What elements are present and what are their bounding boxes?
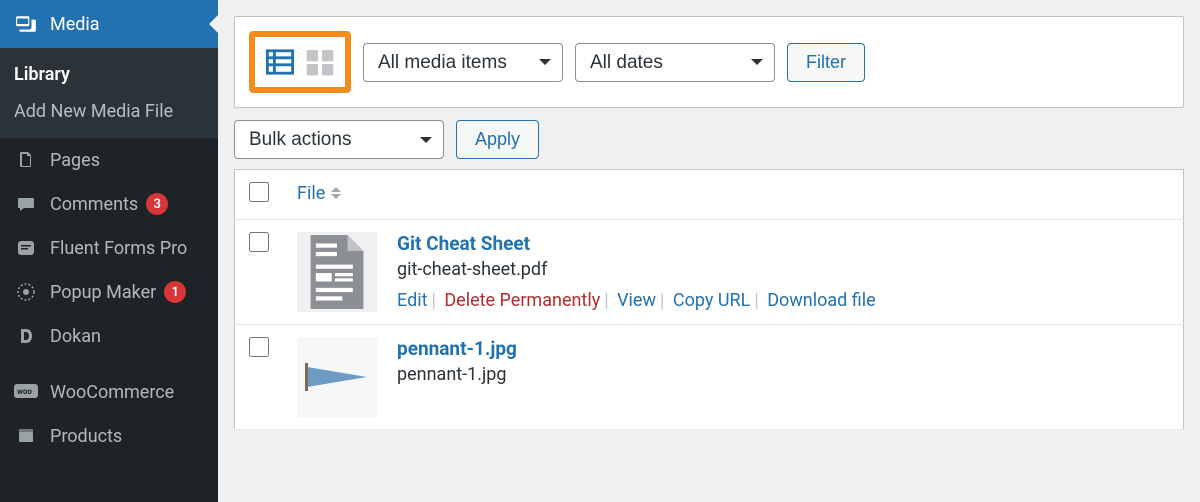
- sidebar-label: Products: [50, 426, 122, 447]
- sidebar-label: Comments: [50, 194, 138, 215]
- admin-sidebar: Media Library Add New Media File Pages C…: [0, 0, 218, 502]
- list-view-button[interactable]: [263, 45, 297, 79]
- sidebar-label: Popup Maker: [50, 282, 156, 303]
- bulk-actions-select[interactable]: Bulk actions: [234, 120, 444, 159]
- sidebar-label: Pages: [50, 150, 100, 171]
- image-thumbnail: [297, 337, 377, 417]
- media-icon: [14, 12, 38, 36]
- select-all-checkbox[interactable]: [249, 182, 269, 202]
- sidebar-label: Media: [50, 14, 100, 35]
- comments-badge: 3: [146, 193, 168, 215]
- date-filter[interactable]: All dates: [575, 43, 775, 82]
- sidebar-item-popupmaker[interactable]: Popup Maker 1: [0, 270, 218, 314]
- popup-icon: [14, 280, 38, 304]
- grid-view-button[interactable]: [303, 45, 337, 79]
- filter-bar: All media items All dates Filter: [234, 16, 1184, 108]
- column-header-file[interactable]: File: [283, 170, 1184, 220]
- main-content: All media items All dates Filter Bulk ac…: [218, 0, 1200, 502]
- date-filter-wrap: All dates: [575, 43, 775, 82]
- copy-url-link[interactable]: Copy URL: [673, 290, 750, 311]
- sidebar-item-dokan[interactable]: Dokan: [0, 314, 218, 358]
- sidebar-subitems: Library Add New Media File: [0, 48, 218, 138]
- row-checkbox[interactable]: [249, 232, 269, 252]
- bulk-select-wrap: Bulk actions: [234, 120, 444, 159]
- edit-link[interactable]: Edit: [397, 290, 427, 311]
- comments-icon: [14, 192, 38, 216]
- view-link[interactable]: View: [617, 290, 656, 311]
- sidebar-sub-library[interactable]: Library: [0, 56, 218, 93]
- row-checkbox[interactable]: [249, 337, 269, 357]
- sidebar-item-fluentforms[interactable]: Fluent Forms Pro: [0, 226, 218, 270]
- bulk-actions-row: Bulk actions Apply: [234, 120, 1184, 159]
- table-row: Git Cheat Sheet git-cheat-sheet.pdf Edit…: [235, 220, 1184, 325]
- filter-button[interactable]: Filter: [787, 43, 865, 82]
- media-table: File Git Cheat Sheet git-cheat-s: [234, 169, 1184, 430]
- delete-link[interactable]: Delete Permanently: [444, 290, 600, 311]
- sort-icon: [331, 182, 341, 204]
- view-toggle-highlight: [249, 31, 351, 93]
- sidebar-item-pages[interactable]: Pages: [0, 138, 218, 182]
- pages-icon: [14, 148, 38, 172]
- select-all-cell: [235, 170, 284, 220]
- download-link[interactable]: Download file: [767, 290, 876, 311]
- media-type-filter-wrap: All media items: [363, 43, 563, 82]
- sidebar-label: WooCommerce: [50, 382, 174, 403]
- svg-text:woo: woo: [17, 387, 32, 396]
- table-row: pennant-1.jpg pennant-1.jpg: [235, 325, 1184, 430]
- column-header-label: File: [297, 183, 325, 204]
- sidebar-item-comments[interactable]: Comments 3: [0, 182, 218, 226]
- dokan-icon: [14, 324, 38, 348]
- media-filename: pennant-1.jpg: [397, 364, 517, 385]
- sidebar-label: Fluent Forms Pro: [50, 238, 187, 259]
- woo-icon: woo: [14, 380, 38, 404]
- sidebar-sub-addnew[interactable]: Add New Media File: [0, 93, 218, 130]
- sidebar-item-woocommerce[interactable]: woo WooCommerce: [0, 370, 218, 414]
- media-type-filter[interactable]: All media items: [363, 43, 563, 82]
- sidebar-label: Dokan: [50, 326, 101, 347]
- products-icon: [14, 424, 38, 448]
- media-filename: git-cheat-sheet.pdf: [397, 259, 876, 280]
- fluent-icon: [14, 236, 38, 260]
- row-actions: Edit| Delete Permanently| View| Copy URL…: [397, 290, 876, 311]
- document-thumbnail-icon: [297, 232, 377, 312]
- sidebar-item-products[interactable]: Products: [0, 414, 218, 458]
- media-title-link[interactable]: pennant-1.jpg: [397, 337, 517, 360]
- sidebar-item-media[interactable]: Media: [0, 0, 218, 48]
- apply-button[interactable]: Apply: [456, 120, 539, 159]
- popup-badge: 1: [164, 281, 186, 303]
- media-title-link[interactable]: Git Cheat Sheet: [397, 232, 876, 255]
